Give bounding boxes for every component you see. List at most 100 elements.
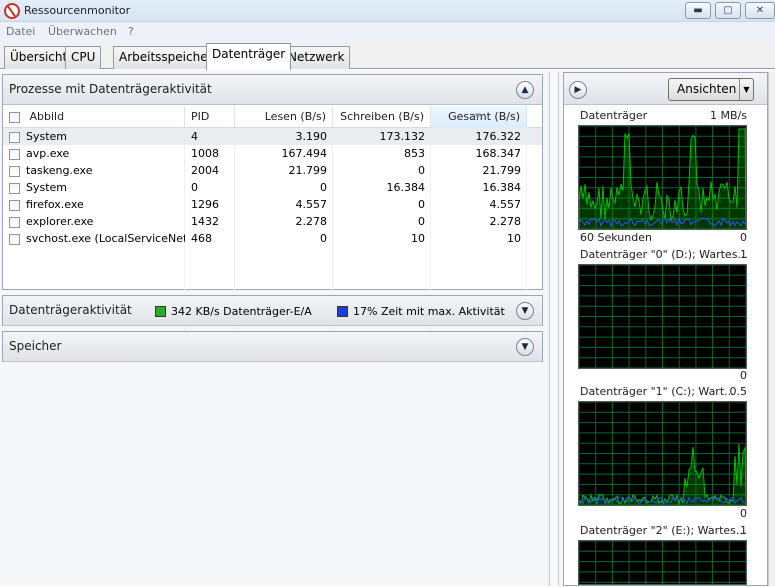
row-checkbox[interactable]	[9, 165, 20, 177]
graph-max: 1	[740, 524, 747, 537]
table-row[interactable]: explorer.exe 1432 2.278 0 2.278	[3, 213, 542, 230]
tab-network[interactable]: Netzwerk	[282, 46, 351, 69]
title-bar: Ressourcenmonitor ▬ ▢ ✕	[0, 0, 775, 22]
row-checkbox[interactable]	[9, 216, 20, 228]
max-activity-swatch	[337, 306, 348, 317]
minimize-button[interactable]: ▬	[685, 2, 711, 19]
cell-total: 2.278	[489, 215, 522, 228]
expand-chevron-down-icon[interactable]: ▼	[516, 338, 534, 356]
table-row[interactable]: System 4 3.190 173.132 176.322	[3, 128, 542, 145]
column-image-label: Abbild	[29, 110, 65, 123]
column-total[interactable]: ▼ Gesamt (B/s)	[431, 106, 527, 128]
disk-graph	[578, 125, 747, 230]
graph-max: 1	[740, 248, 747, 261]
cell-pid: 1296	[191, 198, 219, 211]
cell-read: 0	[320, 181, 327, 194]
storage-title: Speicher	[9, 339, 62, 353]
disk-2-graph-plot	[578, 540, 747, 584]
table-row[interactable]: svchost.exe (LocalServiceNet... 468 0 10 10	[3, 230, 542, 247]
cell-pid: 4	[191, 130, 198, 143]
graph-max: 1 MB/s	[710, 109, 747, 122]
column-read[interactable]: Lesen (B/s)	[235, 106, 333, 128]
disk-activity-title: Datenträgeraktivität	[9, 303, 132, 317]
cell-total: 176.322	[475, 130, 522, 143]
graph-max: 0.5	[729, 385, 748, 398]
process-name: taskeng.exe	[26, 164, 93, 177]
table-row[interactable]: taskeng.exe 2004 21.799 0 21.799	[3, 162, 542, 179]
menu-bar: Datei Überwachen ?	[0, 22, 775, 42]
maximize-button[interactable]: ▢	[715, 2, 741, 19]
expand-chevron-down-icon[interactable]: ▼	[516, 302, 534, 320]
row-checkbox[interactable]	[9, 182, 20, 194]
process-name: System	[26, 130, 68, 143]
cell-read: 3.190	[295, 130, 328, 143]
cell-image: firefox.exe	[3, 196, 185, 213]
cell-image: taskeng.exe	[3, 162, 185, 179]
tab-memory[interactable]: Arbeitsspeicher	[113, 46, 219, 69]
max-activity-label: 17% Zeit mit max. Aktivität	[353, 305, 505, 318]
cell-read: 0	[320, 232, 327, 245]
tab-cpu[interactable]: CPU	[65, 46, 102, 69]
graph-min: 0	[740, 369, 747, 382]
dropdown-arrow-icon[interactable]: ▼	[739, 79, 753, 100]
row-checkbox[interactable]	[9, 233, 20, 245]
cell-write: 173.132	[379, 130, 426, 143]
column-image[interactable]: Abbild	[3, 106, 185, 128]
menu-monitor[interactable]: Überwachen	[48, 25, 117, 38]
table-row[interactable]: firefox.exe 1296 4.557 0 4.557	[3, 196, 542, 213]
collapse-pane-arrow-icon[interactable]: ▶	[569, 81, 587, 99]
column-total-label: Gesamt (B/s)	[448, 110, 520, 123]
views-button[interactable]: Ansichten ▼	[668, 78, 754, 101]
table-row[interactable]: avp.exe 1008 167.494 853 168.347	[3, 145, 542, 162]
graph-title: Datenträger "1" (C:); Wart...	[580, 385, 735, 398]
disk-activity-panel-header[interactable]: Datenträgeraktivität 342 KB/s Datenträge…	[3, 296, 542, 326]
cell-pid: 0	[191, 181, 198, 194]
graph-pane-header: ▶ Ansichten ▼	[564, 73, 767, 105]
processes-panel-title: Prozesse mit Datenträgeraktivität	[9, 82, 212, 96]
cell-image: avp.exe	[3, 145, 185, 162]
graph-title: Datenträger "2" (E:); Wartes...	[580, 524, 747, 537]
cell-write: 0	[418, 198, 425, 211]
cell-image: explorer.exe	[3, 213, 185, 230]
cell-write: 853	[404, 147, 425, 160]
menu-file[interactable]: Datei	[6, 25, 35, 38]
max-activity-legend: 17% Zeit mit max. Aktivität	[337, 305, 505, 318]
close-button[interactable]: ✕	[745, 2, 775, 19]
collapse-chevron-up-icon[interactable]: ▲	[516, 81, 534, 99]
window-title: Ressourcenmonitor	[24, 4, 131, 17]
views-button-label: Ansichten	[677, 82, 737, 96]
column-write[interactable]: Schreiben (B/s)	[333, 106, 431, 128]
processes-panel-header[interactable]: Prozesse mit Datenträgeraktivität ▲	[3, 75, 542, 105]
pane-splitter-handle[interactable]	[549, 72, 559, 586]
tab-overview[interactable]: Übersicht	[4, 46, 74, 69]
row-checkbox[interactable]	[9, 148, 20, 160]
disk-1-graph-plot	[578, 401, 747, 506]
cell-read: 2.278	[295, 215, 328, 228]
table-row[interactable]: System 0 0 16.384 16.384	[3, 179, 542, 196]
row-checkbox[interactable]	[9, 131, 20, 143]
process-name: firefox.exe	[26, 198, 84, 211]
row-checkbox[interactable]	[9, 199, 20, 211]
cell-total: 16.384	[482, 181, 522, 194]
cell-image: System	[3, 128, 185, 145]
graph-pane-scrollbar[interactable]	[768, 72, 775, 586]
column-pid[interactable]: PID	[185, 106, 235, 128]
graph-time-span: 60 Sekunden	[580, 231, 652, 244]
cell-write: 0	[418, 215, 425, 228]
graph-pane: ▶ Ansichten ▼ Datenträger 1 MB/s 60 Seku…	[563, 72, 768, 586]
storage-panel: Speicher ▼	[2, 331, 543, 362]
menu-help[interactable]: ?	[128, 25, 134, 38]
graph-title: Datenträger	[580, 109, 648, 122]
select-all-checkbox[interactable]	[9, 111, 20, 123]
cell-write: 16.384	[386, 181, 426, 194]
cell-pid: 1008	[191, 147, 219, 160]
cell-total: 21.799	[482, 164, 522, 177]
cell-write: 0	[418, 164, 425, 177]
disk-0-graph	[578, 264, 747, 369]
process-name: avp.exe	[26, 147, 70, 160]
graph-title: Datenträger "0" (D:); Wartes...	[580, 248, 748, 261]
process-name: explorer.exe	[26, 215, 94, 228]
storage-panel-header[interactable]: Speicher ▼	[3, 332, 542, 362]
disk-graph-plot	[578, 125, 747, 230]
tab-disk[interactable]: Datenträger	[206, 43, 292, 70]
